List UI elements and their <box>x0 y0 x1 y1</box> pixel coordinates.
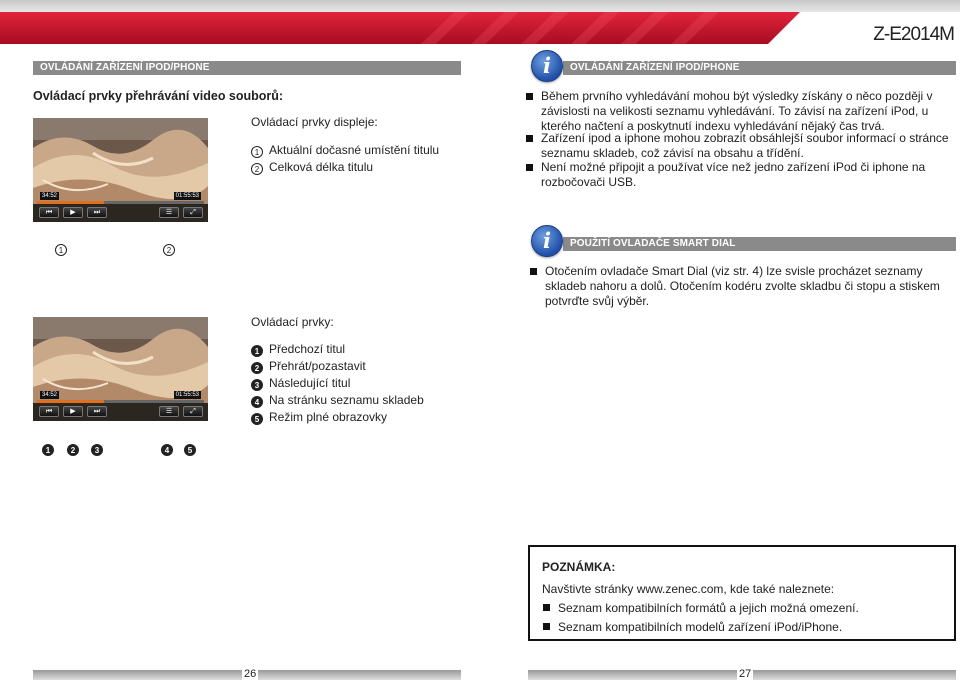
control-item-label: Režim plné obrazovky <box>269 410 388 424</box>
bullet-item: Zařízení ipod a iphone mohou zobrazit ob… <box>526 131 951 161</box>
video-screenshot-top: 34:52 01:55:53 ⏮ ▶ ⏭ ☰ ⤢ <box>33 118 208 222</box>
bullet-item: Otočením ovladače Smart Dial (viz str. 4… <box>530 264 945 309</box>
marker-number: 4 <box>251 396 263 408</box>
bullet-square <box>526 135 533 142</box>
elapsed-time: 34:52 <box>40 192 60 200</box>
control-item-5: 5 Režim plné obrazovky <box>251 409 387 425</box>
callout-marker-2: 2 <box>67 439 85 457</box>
display-item-label: Celková délka titulu <box>269 160 374 174</box>
right-section-bar-smart-dial: POUŽITÍ OVLADAČE SMART DIAL <box>563 237 956 251</box>
bullet-square <box>543 604 550 611</box>
display-item-label: Aktuální dočasné umístění titulu <box>269 143 440 157</box>
bullet-item: Není možné připojit a používat více než … <box>526 160 941 190</box>
page-title: Ovládací prvky přehrávání video souborů: <box>33 89 284 103</box>
control-item-4: 4 Na stránku seznamu skladeb <box>251 392 424 408</box>
callout-marker-1: 1 <box>55 239 73 257</box>
bullet-text: Není možné připojit a používat více než … <box>541 160 926 189</box>
bullet-item: Během prvního vyhledávání mohou být výsl… <box>526 89 941 134</box>
note-bullet: Seznam kompatibilních modelů zařízení iP… <box>543 620 842 634</box>
control-item-3: 3 Následující titul <box>251 375 350 391</box>
control-toolbar: ⏮ ▶ ⏭ ☰ ⤢ <box>33 403 208 421</box>
control-toolbar: ⏮ ▶ ⏭ ☰ ⤢ <box>33 204 208 222</box>
page-number-left: 26 <box>242 668 259 680</box>
note-box: POZNÁMKA: Navštivte stránky www.zenec.co… <box>528 545 956 641</box>
controls-heading: Ovládací prvky: <box>251 315 334 329</box>
display-heading: Ovládací prvky displeje: <box>251 115 378 129</box>
fullscreen-icon[interactable]: ⤢ <box>183 406 203 417</box>
model-name: Z-E2014M <box>873 24 955 45</box>
bullet-text: Zařízení ipod a iphone mohou zobrazit ob… <box>541 131 949 160</box>
callout-marker-2: 2 <box>163 239 181 257</box>
marker-number: 3 <box>251 379 263 391</box>
marker-number: 1 <box>251 345 263 357</box>
info-icon: i <box>531 50 563 82</box>
play-icon[interactable]: ▶ <box>63 406 83 417</box>
callout-marker-5: 5 <box>184 439 202 457</box>
play-icon[interactable]: ▶ <box>63 207 83 218</box>
marker-number: 1 <box>251 146 263 158</box>
control-item-label: Přehrát/pozastavit <box>269 359 366 373</box>
header-red-banner <box>0 12 800 44</box>
control-item-label: Předchozí titul <box>269 342 346 356</box>
callout-marker-3: 3 <box>91 439 109 457</box>
control-item-1: 1 Předchozí titul <box>251 341 345 357</box>
next-icon[interactable]: ⏭ <box>87 406 107 417</box>
next-icon[interactable]: ⏭ <box>87 207 107 218</box>
right-section-bar-ipod: OVLÁDÁNÍ ZAŘÍZENÍ IPOD/PHONE <box>563 61 956 75</box>
display-item-1: 1 Aktuální dočasné umístění titulu <box>251 142 439 158</box>
bullet-text: Během prvního vyhledávání mohou být výsl… <box>541 89 933 133</box>
total-time: 01:55:53 <box>173 391 201 399</box>
callout-marker-4: 4 <box>161 439 179 457</box>
elapsed-time: 34:52 <box>40 391 60 399</box>
bullet-square <box>543 623 550 630</box>
list-icon[interactable]: ☰ <box>159 406 179 417</box>
video-screenshot-bottom: 34:52 01:55:53 ⏮ ▶ ⏭ ☰ ⤢ <box>33 317 208 421</box>
note-title: POZNÁMKA: <box>542 560 616 574</box>
list-icon[interactable]: ☰ <box>159 207 179 218</box>
header-gray-strip <box>0 0 960 12</box>
bullet-square <box>530 268 537 275</box>
control-item-2: 2 Přehrát/pozastavit <box>251 358 366 374</box>
note-intro: Navštivte stránky www.zenec.com, kde tak… <box>542 582 835 596</box>
bullet-text: Otočením ovladače Smart Dial (viz str. 4… <box>545 264 940 308</box>
left-section-bar: OVLÁDÁNÍ ZAŘÍZENÍ IPOD/PHONE <box>33 61 461 75</box>
marker-number: 5 <box>251 413 263 425</box>
control-item-label: Následující titul <box>269 376 351 390</box>
fullscreen-icon[interactable]: ⤢ <box>183 207 203 218</box>
display-item-2: 2 Celková délka titulu <box>251 159 373 175</box>
prev-icon[interactable]: ⏮ <box>39 207 59 218</box>
bullet-square <box>526 93 533 100</box>
page-number-right: 27 <box>737 668 754 680</box>
note-bullet: Seznam kompatibilních formátů a jejich m… <box>543 601 859 615</box>
total-time: 01:55:53 <box>173 192 201 200</box>
marker-number: 2 <box>251 163 263 175</box>
callout-marker-1: 1 <box>42 439 60 457</box>
bullet-square <box>526 164 533 171</box>
marker-number: 2 <box>251 362 263 374</box>
info-icon: i <box>531 225 563 257</box>
control-item-label: Na stránku seznamu skladeb <box>269 393 424 407</box>
prev-icon[interactable]: ⏮ <box>39 406 59 417</box>
